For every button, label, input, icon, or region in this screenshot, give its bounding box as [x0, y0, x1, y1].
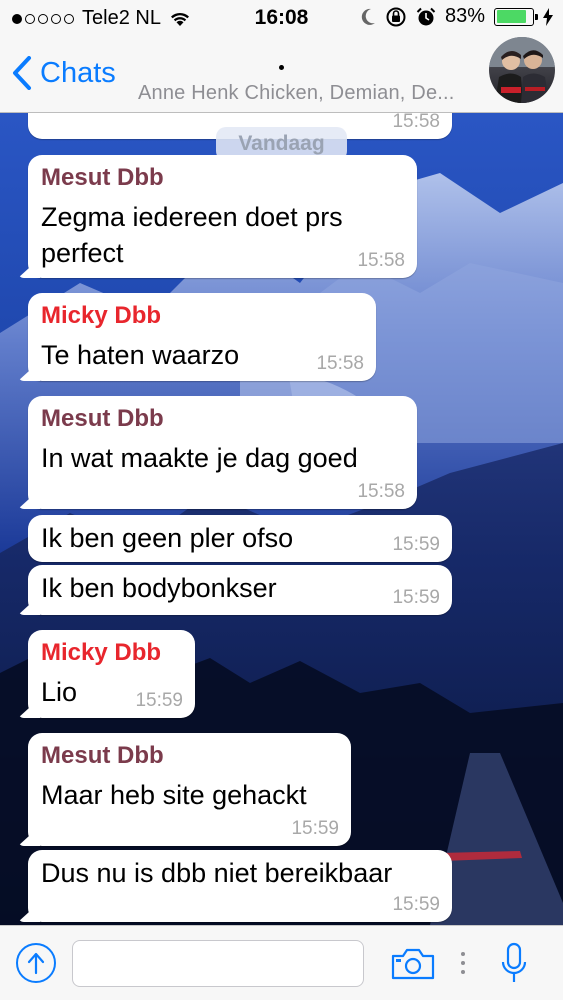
- message-bubble[interactable]: Mesut Dbb Maar heb site gehackt 15:59: [28, 733, 351, 846]
- battery-icon: [494, 7, 538, 26]
- microphone-button[interactable]: [500, 942, 528, 991]
- chevron-left-icon: [13, 56, 31, 90]
- battery-percentage: 83%: [444, 5, 485, 27]
- message-timestamp: 15:58: [357, 250, 405, 271]
- message-text: perfect: [41, 238, 124, 268]
- chat-header: Chats Anne Henk Chicken, Demian, De...: [0, 37, 563, 113]
- message-sender[interactable]: Mesut Dbb: [41, 405, 164, 433]
- message-timestamp: 15:59: [392, 534, 440, 555]
- message-bubble[interactable]: Micky Dbb Lio 15:59: [28, 630, 195, 718]
- message-text: Te haten waarzo: [41, 340, 240, 370]
- message-bubble[interactable]: Mesut Dbb In wat maakte je dag goed 15:5…: [28, 396, 417, 509]
- message-text: In wat maakte je dag goed: [41, 443, 358, 473]
- moon-icon: [361, 8, 375, 25]
- back-button[interactable]: Chats: [12, 56, 116, 90]
- message-timestamp: 15:59: [135, 690, 183, 711]
- message-composer: [0, 925, 563, 1000]
- message-text: Lio: [41, 677, 78, 707]
- more-icon[interactable]: [461, 952, 465, 974]
- group-participants[interactable]: Anne Henk Chicken, Demian, De...: [138, 82, 478, 105]
- status-bar: Tele2 NL 16:08 83%: [0, 0, 563, 38]
- message-bubble[interactable]: Mesut Dbb Zegma iedereen doet prs perfec…: [28, 155, 417, 278]
- share-icon: [27, 952, 45, 975]
- message-timestamp: 15:59: [392, 894, 440, 915]
- chat-area[interactable]: 15:58 Vandaag Mesut Dbb Zegma iedereen d…: [0, 113, 563, 925]
- message-input[interactable]: [72, 940, 364, 987]
- back-label: Chats: [40, 56, 116, 89]
- status-indicators: 83%: [360, 5, 553, 28]
- camera-button[interactable]: [390, 948, 436, 985]
- message-text: Zegma iedereen doet prs: [41, 202, 343, 232]
- message-bubble[interactable]: Micky Dbb Te haten waarzo 15:58: [28, 293, 376, 381]
- microphone-icon: [501, 942, 527, 982]
- message-bubble[interactable]: Ik ben geen pler ofso 15:59: [28, 515, 452, 562]
- message-sender[interactable]: Mesut Dbb: [41, 742, 164, 770]
- message-text: Ik ben bodybonkser: [41, 573, 277, 603]
- message-timestamp: 15:59: [392, 587, 440, 608]
- battery-fill: [496, 10, 526, 23]
- message-sender[interactable]: Micky Dbb: [41, 639, 161, 667]
- message-text: Dus nu is dbb niet bereikbaar: [41, 858, 393, 888]
- group-avatar[interactable]: [489, 37, 555, 103]
- message-bubble[interactable]: Dus nu is dbb niet bereikbaar 15:59: [28, 850, 452, 922]
- orientation-lock-icon: [386, 7, 406, 26]
- message-text: Ik ben geen pler ofso: [41, 523, 294, 553]
- message-sender[interactable]: Micky Dbb: [41, 302, 161, 330]
- charging-icon: [543, 7, 553, 26]
- camera-icon: [391, 948, 435, 980]
- group-title[interactable]: [279, 65, 284, 70]
- message-timestamp: 15:58: [316, 353, 364, 374]
- avatar-photo: [489, 37, 555, 103]
- share-button[interactable]: [16, 943, 56, 983]
- alarm-icon: [416, 7, 436, 25]
- message-text: Maar heb site gehackt: [41, 780, 307, 810]
- message-sender[interactable]: Mesut Dbb: [41, 164, 164, 192]
- message-timestamp: 15:58: [392, 113, 440, 132]
- message-timestamp: 15:59: [291, 818, 339, 839]
- message-timestamp: 15:58: [357, 481, 405, 502]
- message-bubble[interactable]: Ik ben bodybonkser 15:59: [28, 565, 452, 615]
